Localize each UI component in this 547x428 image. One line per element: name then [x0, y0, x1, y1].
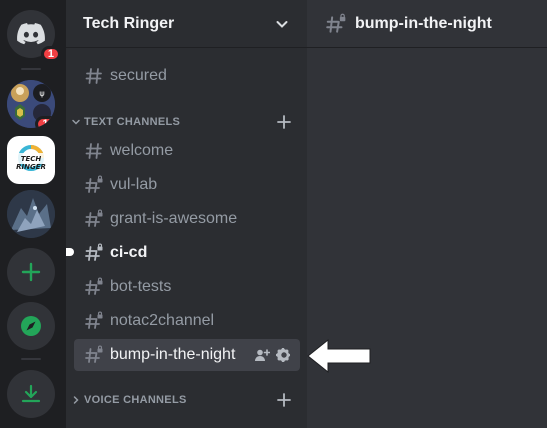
category-voice-channels[interactable]: VOICE CHANNELS [70, 390, 298, 410]
channel-secured[interactable]: secured [74, 60, 298, 92]
channel-sidebar: Tech Ringer secured TEXT CHANNELS welcom… [66, 0, 307, 428]
private-hash-icon [85, 175, 103, 193]
private-hash-icon [85, 209, 103, 227]
channel-welcome[interactable]: welcome [74, 135, 298, 167]
add-server-button[interactable] [7, 248, 55, 296]
dragon-server-icon [7, 190, 55, 238]
rail-separator [21, 358, 41, 360]
unread-indicator [66, 248, 74, 256]
category-text-channels[interactable]: TEXT CHANNELS [70, 112, 298, 132]
plus-icon [21, 262, 41, 282]
category-label: VOICE CHANNELS [84, 394, 187, 406]
server-tech-ringer[interactable]: TECH RINGER [7, 136, 55, 184]
private-hash-icon [85, 277, 103, 295]
channel-bot-tests[interactable]: bot-tests [74, 271, 298, 303]
channel-label: grant-is-awesome [110, 210, 238, 227]
private-hash-icon [85, 243, 103, 261]
notification-badge: 11 [35, 116, 55, 128]
compass-icon [21, 316, 41, 336]
channel-label: notac2channel [110, 312, 215, 329]
hash-icon [85, 68, 102, 84]
create-invite-icon[interactable] [254, 347, 270, 363]
direct-messages-button[interactable]: 1 [7, 10, 61, 62]
channel-ci-cd[interactable]: ci-cd [74, 237, 298, 269]
server-name: Tech Ringer [83, 14, 175, 32]
download-apps-button[interactable] [7, 370, 55, 418]
gear-icon[interactable] [276, 347, 292, 363]
server-dragon[interactable] [7, 190, 55, 238]
channel-title: bump-in-the-night [355, 14, 492, 32]
rail-separator [21, 68, 41, 70]
channel-label: ci-cd [110, 244, 148, 261]
private-hash-icon [85, 311, 103, 329]
tech-ringer-logo-text: TECH RINGER [16, 155, 46, 171]
channel-header: bump-in-the-night [307, 0, 547, 48]
server-folder[interactable]: ψ 11 [7, 80, 55, 128]
notification-badge: 1 [40, 46, 61, 62]
download-icon [21, 384, 41, 403]
channel-label: vul-lab [110, 176, 158, 193]
channel-label: welcome [110, 142, 174, 159]
channel-label: secured [110, 67, 167, 84]
channel-actions [254, 347, 292, 363]
channel-label: bump-in-the-night [110, 346, 236, 363]
chevron-down-icon[interactable] [274, 16, 290, 32]
server-header[interactable]: Tech Ringer [66, 0, 307, 48]
category-label: TEXT CHANNELS [84, 116, 181, 128]
chevron-right-icon [73, 396, 79, 404]
explore-servers-button[interactable] [7, 302, 55, 350]
private-hash-icon [85, 345, 103, 363]
server-rail: 1 ψ 11 TECH RINGER [0, 0, 66, 428]
annotation-arrow-icon [307, 338, 371, 374]
channel-vul-lab[interactable]: vul-lab [74, 169, 298, 201]
hash-icon [85, 143, 102, 159]
channel-grant-is-awesome[interactable]: grant-is-awesome [74, 203, 298, 235]
create-channel-plus-icon[interactable] [276, 392, 292, 408]
channel-bump-in-the-night[interactable]: bump-in-the-night [74, 339, 300, 371]
chevron-down-icon [72, 119, 80, 125]
discord-logo-icon [17, 23, 45, 45]
svg-text:ψ: ψ [39, 89, 44, 98]
channel-notac2channel[interactable]: notac2channel [74, 305, 298, 337]
create-channel-plus-icon[interactable] [276, 114, 292, 130]
private-hash-icon [326, 13, 346, 33]
channel-label: bot-tests [110, 278, 172, 295]
